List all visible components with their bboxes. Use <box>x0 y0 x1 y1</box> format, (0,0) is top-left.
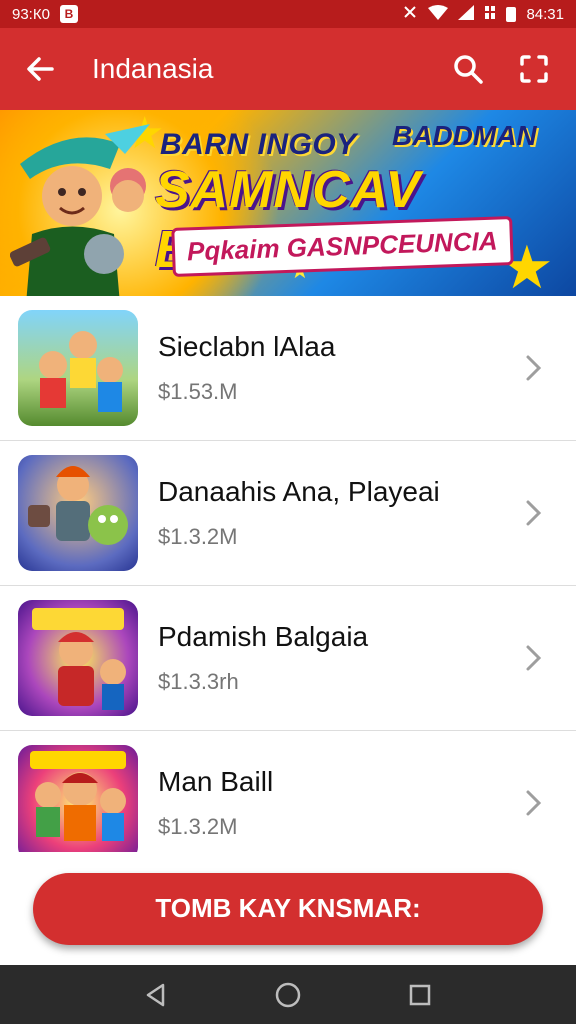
list-item[interactable]: Danaahis Ana, Playeai $1.3.2M <box>0 441 576 586</box>
battery-icon <box>506 6 517 22</box>
item-title: Man Baill <box>158 766 274 797</box>
cta-container: TOMB KAY KNSMAR: <box>0 852 576 965</box>
item-price: $1.53.M <box>158 379 238 404</box>
game-thumbnail <box>18 600 138 716</box>
search-icon <box>454 55 483 84</box>
item-price: $1.3.3rh <box>158 669 239 694</box>
vibrate-icon <box>402 5 418 23</box>
list-item[interactable]: Sieclabn lAlaa $1.53.M <box>0 296 576 441</box>
banner-line1b: BADDMAN <box>392 120 537 151</box>
item-text: Man Baill $1.3.2M <box>158 766 518 840</box>
wifi-icon <box>428 4 449 24</box>
nav-recents-button[interactable] <box>400 975 440 1015</box>
home-circle-icon <box>275 982 301 1007</box>
chevron-right-icon <box>518 498 548 528</box>
banner-line1: BARN INGOY <box>160 128 357 161</box>
item-text: Sieclabn lAlaa $1.53.M <box>158 331 518 405</box>
game-list: Sieclabn lAlaa $1.53.M Danaahis Ana, Pla… <box>0 296 576 852</box>
item-title: Pdamish Balgaia <box>158 621 369 652</box>
system-nav-bar <box>0 965 576 1024</box>
nav-home-button[interactable] <box>268 975 308 1015</box>
item-text: Pdamish Balgaia $1.3.3rh <box>158 621 518 695</box>
game-thumbnail <box>18 455 138 571</box>
item-title: Danaahis Ana, Playeai <box>158 476 440 507</box>
status-right: 84:31 <box>402 4 564 24</box>
chevron-right-icon <box>518 643 548 673</box>
expand-button[interactable] <box>510 45 558 93</box>
item-title: Sieclabn lAlaa <box>158 331 336 362</box>
app-bar: Indanasia <box>0 28 576 110</box>
search-button[interactable] <box>444 45 492 93</box>
page-title: Indanasia <box>92 53 214 84</box>
status-right-time: 84:31 <box>526 5 564 23</box>
status-bar: 93:К0 В 84:31 <box>0 0 576 28</box>
expand-icon <box>520 55 548 83</box>
list-item[interactable]: Man Baill $1.3.2M <box>0 731 576 852</box>
chevron-right-icon <box>518 788 548 818</box>
status-left: 93:К0 В <box>12 5 78 23</box>
recents-square-icon <box>409 984 431 1005</box>
game-thumbnail <box>18 745 138 852</box>
notification-icon: В <box>59 5 78 23</box>
primary-action-button[interactable]: TOMB KAY KNSMAR: <box>33 872 543 945</box>
nav-back-button[interactable] <box>136 975 176 1015</box>
item-price: $1.3.2M <box>158 524 238 549</box>
hero-character-illustration <box>10 124 150 296</box>
item-price: $1.3.2M <box>158 814 238 839</box>
list-item[interactable]: Pdamish Balgaia $1.3.3rh <box>0 586 576 731</box>
promo-banner[interactable]: ★ ★ ★ BARN INGOY BADDMAN SAMNCAV BILLK P… <box>0 110 576 296</box>
signal-icon <box>458 4 475 24</box>
status-time: 93:К0 <box>12 5 50 23</box>
back-button[interactable] <box>18 47 62 91</box>
game-thumbnail <box>18 310 138 426</box>
data-icon <box>484 5 496 24</box>
back-triangle-icon <box>146 983 165 1006</box>
item-text: Danaahis Ana, Playeai $1.3.2M <box>158 476 518 550</box>
chevron-right-icon <box>518 353 548 383</box>
arrow-left-icon <box>27 57 54 81</box>
